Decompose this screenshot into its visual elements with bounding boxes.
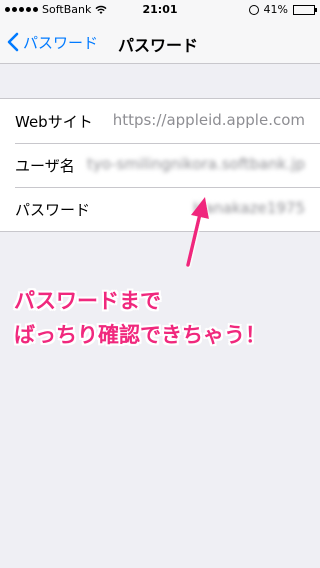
battery-icon	[293, 4, 317, 15]
username-value[interactable]: tyo-smilingnikora.softbank.jp	[87, 155, 305, 173]
website-value[interactable]: https://appleid.apple.com	[113, 111, 305, 129]
back-button[interactable]: パスワード	[7, 30, 98, 54]
row-username[interactable]: ユーザ名 tyo-smilingnikora.softbank.jp	[0, 143, 320, 187]
chevron-left-icon	[7, 32, 19, 52]
password-value[interactable]: Hanakaze1975	[193, 199, 305, 217]
navigation-bar: パスワード パスワード	[0, 20, 320, 64]
row-website[interactable]: Webサイト https://appleid.apple.com	[0, 99, 320, 143]
annotation-caption: パスワードまで ばっちり確認できちゃう！	[14, 284, 314, 352]
battery-percent: 41%	[263, 3, 288, 16]
status-right: 41%	[248, 3, 317, 16]
password-details-table: Webサイト https://appleid.apple.com ユーザ名 ty…	[0, 98, 320, 232]
row-password[interactable]: パスワード Hanakaze1975	[0, 187, 320, 231]
rotation-lock-icon	[248, 4, 259, 15]
caption-line-1: パスワードまで	[14, 289, 161, 313]
back-button-label: パスワード	[23, 33, 99, 52]
status-bar: SoftBank 21:01 41%	[0, 0, 320, 20]
password-label: パスワード	[15, 201, 91, 219]
website-label: Webサイト	[15, 113, 93, 131]
page-title: パスワード	[118, 36, 199, 55]
username-label: ユーザ名	[15, 157, 75, 175]
caption-line-2: ばっちり確認できちゃう！	[14, 323, 266, 347]
